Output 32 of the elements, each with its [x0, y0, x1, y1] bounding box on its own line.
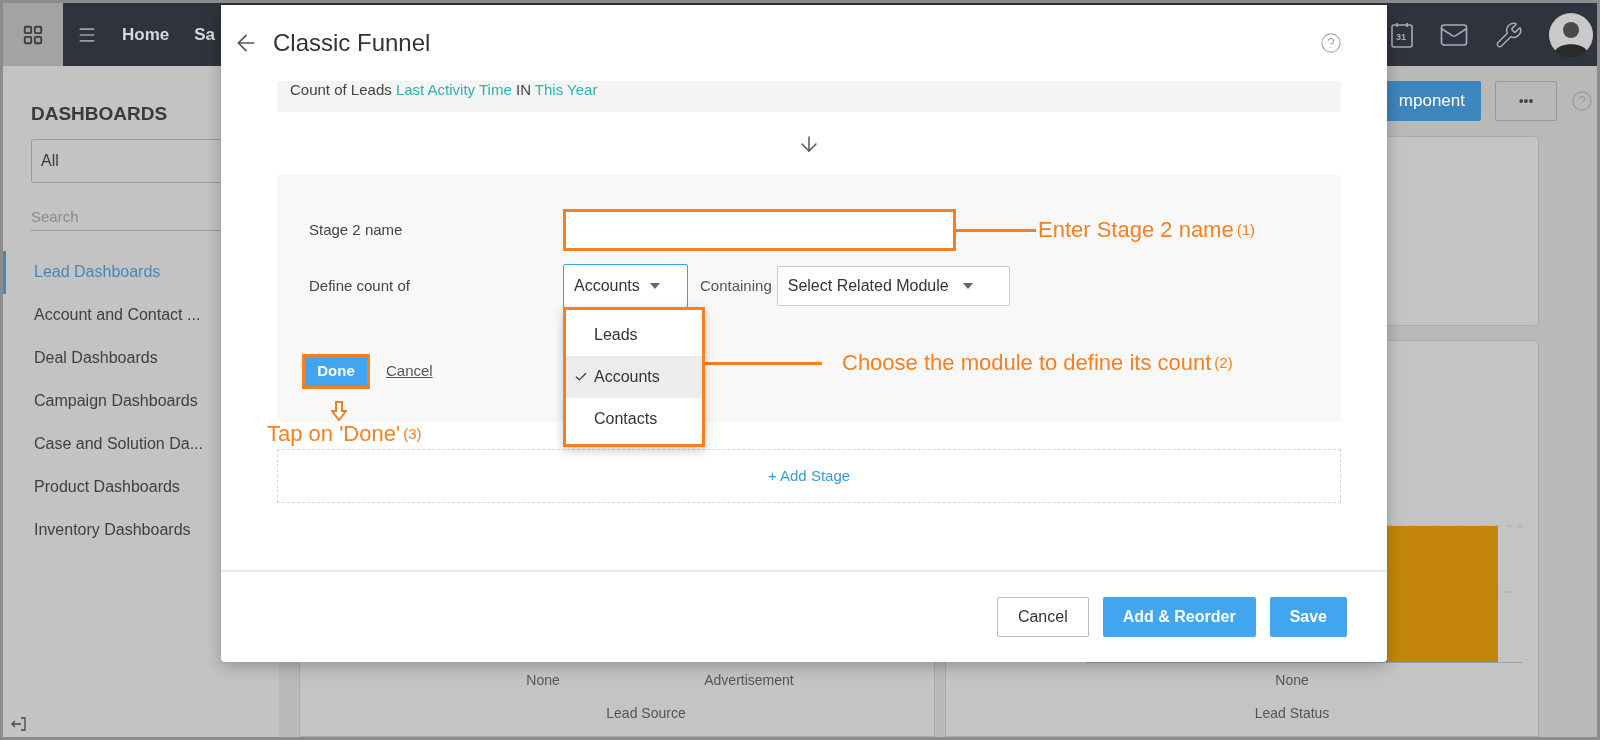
add-stage-link[interactable]: + Add Stage [767, 464, 851, 488]
modal-title: Classic Funnel [273, 28, 431, 58]
sidebar-title: DASHBOARDS [31, 102, 169, 126]
input-field[interactable] [563, 209, 956, 251]
field-label: Containing [700, 275, 772, 296]
axis-title: Lead Source [605, 704, 687, 723]
check-icon [574, 370, 588, 384]
menu-item[interactable]: Accounts [566, 356, 702, 398]
field-label: Define count of [308, 275, 411, 296]
cancel-link[interactable]: Cancel [386, 360, 433, 383]
avatar-icon[interactable] [1549, 12, 1593, 57]
tools-icon[interactable] [1495, 20, 1523, 49]
nav-link[interactable]: Home [122, 21, 170, 48]
module-dropdown[interactable]: Accounts [563, 264, 688, 308]
category-label: None [525, 671, 561, 690]
menu-item[interactable]: Leads [566, 314, 702, 356]
stage-summary: Count of Leads Last Activity Time IN This Year [290, 81, 598, 98]
caret-icon [649, 283, 660, 289]
calendar-date-text: 31 [1396, 30, 1406, 44]
nav-link[interactable]: Sa [194, 21, 216, 48]
more-button[interactable]: ••• [1495, 81, 1557, 121]
apps-grid-icon[interactable] [22, 23, 44, 46]
footer-button[interactable]: Cancel [996, 597, 1089, 637]
collapse-icon[interactable] [11, 717, 27, 731]
category-label: Advertisement [703, 671, 795, 690]
axis-title: Lead Status [1253, 704, 1331, 723]
calendar-icon[interactable] [1391, 21, 1413, 48]
caret-icon [962, 283, 973, 289]
related-module-select[interactable]: Select Related Module [776, 266, 1010, 306]
menu-item[interactable]: Contacts [566, 398, 702, 440]
field-label: Stage 2 name [308, 219, 404, 240]
category-label: None [1274, 671, 1310, 690]
